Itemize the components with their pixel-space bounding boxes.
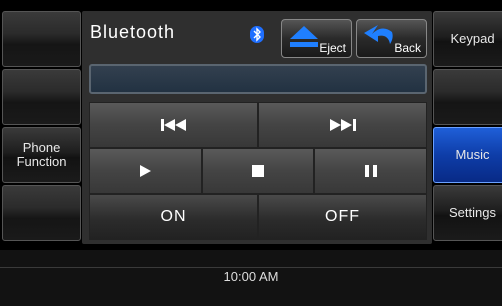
page-title: Bluetooth: [90, 22, 176, 42]
previous-track-button[interactable]: [89, 102, 258, 148]
settings-label: Settings: [449, 205, 496, 220]
phone-function-label-line2: Function: [16, 154, 67, 169]
next-track-button[interactable]: [258, 102, 427, 148]
track-info-display: [89, 64, 427, 94]
right-menu-slot-2[interactable]: [433, 69, 502, 125]
phone-function-label-line1: Phone: [22, 140, 61, 155]
settings-button[interactable]: Settings: [433, 185, 502, 241]
stop-icon: [252, 165, 264, 177]
keypad-label: Keypad: [450, 31, 495, 46]
left-menu-slot-1[interactable]: [2, 11, 81, 67]
music-button[interactable]: Music: [433, 127, 502, 183]
status-divider: [0, 267, 502, 268]
phone-function-button[interactable]: Phone Function: [2, 127, 81, 183]
back-button[interactable]: Back: [356, 19, 427, 58]
stop-button[interactable]: [202, 148, 314, 194]
off-button[interactable]: OFF: [258, 194, 427, 240]
next-track-icon: [329, 119, 356, 131]
clock: 10:00 AM: [223, 269, 279, 284]
eject-label: Eject: [319, 41, 346, 55]
previous-track-icon: [160, 119, 186, 131]
back-label: Back: [394, 41, 421, 55]
playback-controls: ON OFF: [89, 102, 427, 240]
on-button[interactable]: ON: [89, 194, 258, 240]
play-button[interactable]: [89, 148, 202, 194]
keypad-button[interactable]: Keypad: [433, 11, 502, 67]
left-menu-slot-4[interactable]: [2, 185, 81, 241]
left-menu-slot-2[interactable]: [2, 69, 81, 125]
pause-icon: [364, 165, 377, 177]
off-label: OFF: [325, 208, 360, 225]
back-arrow-icon: [364, 25, 393, 44]
music-label: Music: [455, 147, 490, 162]
play-icon: [139, 165, 151, 177]
eject-button[interactable]: Eject: [281, 19, 352, 58]
on-label: ON: [160, 208, 187, 225]
eject-icon: [290, 26, 318, 47]
pause-button[interactable]: [314, 148, 427, 194]
bluetooth-icon: [250, 26, 264, 43]
